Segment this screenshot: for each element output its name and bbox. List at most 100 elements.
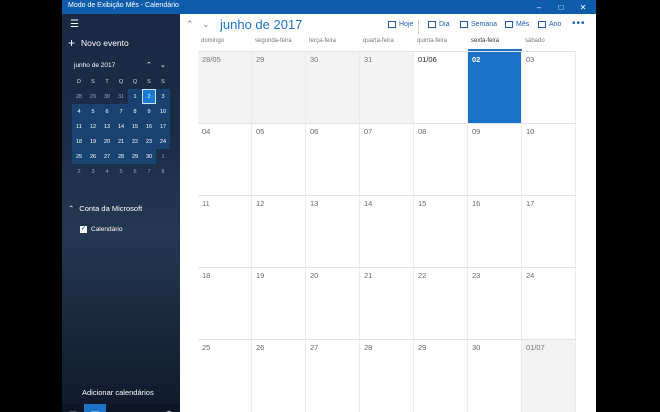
- mini-day[interactable]: 6: [100, 104, 114, 119]
- new-event-button[interactable]: + Novo evento: [68, 37, 129, 49]
- mini-next-icon[interactable]: ⌄: [160, 61, 166, 69]
- mini-day[interactable]: 21: [114, 134, 128, 149]
- calendar-checkbox-item[interactable]: ✓ Calendário: [80, 226, 122, 233]
- mini-day[interactable]: 28: [72, 89, 86, 104]
- day-cell[interactable]: 05: [252, 124, 306, 196]
- mini-day[interactable]: 4: [72, 104, 86, 119]
- day-cell[interactable]: 29: [414, 340, 468, 412]
- day-cell[interactable]: 01/06: [414, 52, 468, 124]
- mini-day[interactable]: 13: [100, 119, 114, 134]
- maximize-icon[interactable]: □: [550, 0, 572, 14]
- today-button[interactable]: Hoje: [388, 21, 413, 28]
- mini-day[interactable]: 11: [72, 119, 86, 134]
- mini-day[interactable]: 22: [128, 134, 142, 149]
- day-cell[interactable]: 14: [360, 196, 414, 268]
- mini-day[interactable]: 29: [86, 89, 100, 104]
- add-calendars-link[interactable]: Adicionar calendários: [82, 388, 154, 397]
- mini-prev-icon[interactable]: ⌃: [146, 61, 152, 69]
- day-cell[interactable]: 29: [252, 52, 306, 124]
- mini-day[interactable]: 14: [114, 119, 128, 134]
- account-header[interactable]: ⌃ Conta da Microsoft: [68, 204, 142, 213]
- week-view-button[interactable]: Semana: [460, 21, 497, 28]
- mini-day[interactable]: 6: [128, 164, 142, 179]
- day-cell[interactable]: 01/07: [522, 340, 576, 412]
- day-cell[interactable]: 25: [198, 340, 252, 412]
- day-cell[interactable]: 26: [252, 340, 306, 412]
- mini-day[interactable]: 1: [128, 89, 142, 104]
- mini-day[interactable]: 2: [142, 89, 156, 104]
- day-cell[interactable]: 17: [522, 196, 576, 268]
- day-cell[interactable]: 21: [360, 268, 414, 340]
- minimize-icon[interactable]: –: [528, 0, 550, 14]
- gear-icon[interactable]: ⚙: [158, 404, 180, 412]
- day-cell[interactable]: 07: [360, 124, 414, 196]
- mini-day[interactable]: 30: [142, 149, 156, 164]
- day-cell[interactable]: 20: [306, 268, 360, 340]
- day-cell[interactable]: 08: [414, 124, 468, 196]
- mini-day[interactable]: 31: [114, 89, 128, 104]
- mini-day[interactable]: 18: [72, 134, 86, 149]
- mini-day[interactable]: 10: [156, 104, 170, 119]
- day-cell[interactable]: 30: [306, 52, 360, 124]
- people-icon[interactable]: ☺: [106, 404, 128, 412]
- day-cell[interactable]: 27: [306, 340, 360, 412]
- more-icon[interactable]: •••: [572, 18, 586, 29]
- mini-day[interactable]: 16: [142, 119, 156, 134]
- day-cell[interactable]: 12: [252, 196, 306, 268]
- mini-day[interactable]: 3: [156, 89, 170, 104]
- mini-day[interactable]: 8: [156, 164, 170, 179]
- day-cell[interactable]: 28: [360, 340, 414, 412]
- day-cell[interactable]: 16: [468, 196, 522, 268]
- mini-day[interactable]: 28: [114, 149, 128, 164]
- day-cell[interactable]: 03: [522, 52, 576, 124]
- day-cell[interactable]: 04: [198, 124, 252, 196]
- mini-day[interactable]: 24: [156, 134, 170, 149]
- checkbox-icon[interactable]: ✓: [80, 226, 87, 233]
- close-icon[interactable]: ✕: [572, 0, 594, 14]
- day-cell[interactable]: 02: [468, 52, 522, 124]
- day-cell[interactable]: 23: [468, 268, 522, 340]
- mini-day[interactable]: 9: [142, 104, 156, 119]
- day-cell[interactable]: 24: [522, 268, 576, 340]
- mini-day[interactable]: 5: [86, 104, 100, 119]
- mini-day[interactable]: 26: [86, 149, 100, 164]
- day-cell[interactable]: 11: [198, 196, 252, 268]
- hamburger-icon[interactable]: ☰: [70, 19, 79, 30]
- mini-day[interactable]: 8: [128, 104, 142, 119]
- day-cell[interactable]: 10: [522, 124, 576, 196]
- day-cell[interactable]: 09: [468, 124, 522, 196]
- mini-day[interactable]: 15: [128, 119, 142, 134]
- mail-icon[interactable]: ✉: [62, 404, 84, 412]
- day-cell[interactable]: 15: [414, 196, 468, 268]
- day-cell[interactable]: 31: [360, 52, 414, 124]
- mini-day[interactable]: 30: [100, 89, 114, 104]
- mini-day[interactable]: 12: [86, 119, 100, 134]
- mini-day[interactable]: 5: [114, 164, 128, 179]
- mini-day[interactable]: 19: [86, 134, 100, 149]
- next-month-icon[interactable]: ⌄: [202, 19, 210, 30]
- day-cell[interactable]: 28/05: [198, 52, 252, 124]
- mini-day[interactable]: 17: [156, 119, 170, 134]
- mini-day[interactable]: 20: [100, 134, 114, 149]
- mini-day[interactable]: 27: [100, 149, 114, 164]
- day-cell[interactable]: 06: [306, 124, 360, 196]
- mini-day[interactable]: 23: [142, 134, 156, 149]
- mini-day[interactable]: 1: [156, 149, 170, 164]
- mini-day[interactable]: 4: [100, 164, 114, 179]
- prev-month-icon[interactable]: ⌃: [186, 19, 194, 30]
- day-cell[interactable]: 19: [252, 268, 306, 340]
- day-cell[interactable]: 13: [306, 196, 360, 268]
- calendar-icon[interactable]: ▦: [84, 404, 106, 412]
- day-cell[interactable]: 30: [468, 340, 522, 412]
- day-cell[interactable]: 22: [414, 268, 468, 340]
- mini-day[interactable]: 2: [72, 164, 86, 179]
- mini-day[interactable]: 7: [142, 164, 156, 179]
- mini-day[interactable]: 29: [128, 149, 142, 164]
- year-view-button[interactable]: Ano: [538, 21, 561, 28]
- day-view-button[interactable]: Dia: [428, 21, 450, 28]
- day-cell[interactable]: 18: [198, 268, 252, 340]
- mini-day[interactable]: 25: [72, 149, 86, 164]
- mini-day[interactable]: 3: [86, 164, 100, 179]
- mini-day[interactable]: 7: [114, 104, 128, 119]
- month-view-button[interactable]: Mês: [505, 21, 529, 28]
